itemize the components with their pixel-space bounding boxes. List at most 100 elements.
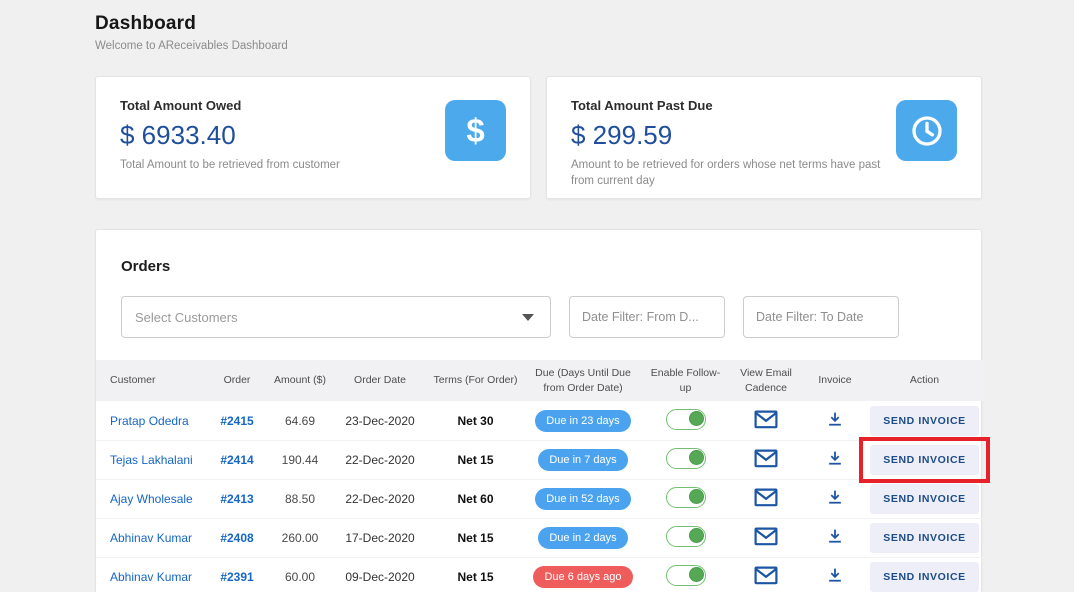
email-cadence-icon[interactable] [754,566,778,585]
due-status-badge: Due in 7 days [538,449,627,471]
card-description: Total Amount to be retrieved from custom… [120,157,431,173]
action-cell: SEND INVOICE [870,523,978,553]
send-invoice-button[interactable]: SEND INVOICE [870,445,978,475]
download-invoice-icon[interactable] [826,527,844,545]
table-row: Abhinav Kumar #2391 60.00 09-Dec-2020 Ne… [96,557,983,592]
enable-follow-up-toggle[interactable] [666,526,706,547]
card-title: Total Amount Owed [120,98,431,113]
email-cadence-icon[interactable] [754,527,778,546]
download-invoice-icon[interactable] [826,488,844,506]
summary-cards: Total Amount Owed $ 6933.40 Total Amount… [95,76,982,199]
toggle-knob [689,450,704,465]
dashboard-page: Dashboard Welcome to AReceivables Dashbo… [95,0,982,592]
customer-link[interactable]: Abhinav Kumar [110,570,192,584]
send-invoice-button[interactable]: SEND INVOICE [870,484,978,514]
orders-heading: Orders [121,258,981,275]
amount-value: 88.50 [268,479,332,518]
total-amount-owed-card: Total Amount Owed $ 6933.40 Total Amount… [95,76,531,199]
date-filter-from-input[interactable] [569,296,725,338]
table-row: Abhinav Kumar #2408 260.00 17-Dec-2020 N… [96,518,983,557]
customer-link[interactable]: Ajay Wholesale [110,492,193,506]
customer-link[interactable]: Pratap Odedra [110,414,189,428]
column-header-invoice: Invoice [804,360,866,401]
download-invoice-icon[interactable] [826,410,844,428]
enable-follow-up-toggle[interactable] [666,448,706,469]
email-cadence-icon[interactable] [754,449,778,468]
amount-value: 260.00 [268,518,332,557]
column-header-enable-follow-up: Enable Follow-up [643,360,728,401]
order-number-link[interactable]: #2413 [220,492,253,506]
card-title: Total Amount Past Due [571,98,882,113]
terms-value: Net 30 [428,401,523,440]
amount-value: 64.69 [268,401,332,440]
page-subtitle: Welcome to AReceivables Dashboard [95,40,982,52]
order-number-link[interactable]: #2391 [220,570,253,584]
table-row: Tejas Lakhalani #2414 190.44 22-Dec-2020… [96,440,983,479]
column-header-due: Due (Days Until Due from Order Date) [523,360,643,401]
table-header-row: Customer Order Amount ($) Order Date Ter… [96,360,983,401]
action-cell: SEND INVOICE [870,562,978,592]
order-date-value: 09-Dec-2020 [332,557,428,592]
terms-value: Net 15 [428,557,523,592]
terms-value: Net 15 [428,440,523,479]
amount-value: 60.00 [268,557,332,592]
page-title: Dashboard [95,13,982,35]
amount-value: 190.44 [268,440,332,479]
send-invoice-button[interactable]: SEND INVOICE [870,406,978,436]
email-cadence-icon[interactable] [754,488,778,507]
card-description: Amount to be retrieved for orders whose … [571,157,882,189]
due-status-badge: Due in 23 days [535,410,630,432]
toggle-knob [689,567,704,582]
card-amount: $ 299.59 [571,120,882,151]
due-status-badge: Due in 2 days [538,527,627,549]
orders-table-body: Pratap Odedra #2415 64.69 23-Dec-2020 Ne… [96,401,983,592]
column-header-order-date: Order Date [332,360,428,401]
email-cadence-icon[interactable] [754,410,778,429]
order-date-value: 23-Dec-2020 [332,401,428,440]
enable-follow-up-toggle[interactable] [666,487,706,508]
column-header-action: Action [866,360,983,401]
action-cell: SEND INVOICE [870,484,978,514]
table-row: Pratap Odedra #2415 64.69 23-Dec-2020 Ne… [96,401,983,440]
download-invoice-icon[interactable] [826,449,844,467]
order-number-link[interactable]: #2408 [220,531,253,545]
orders-filters: Select Customers [121,296,956,338]
order-number-link[interactable]: #2415 [220,414,253,428]
column-header-amount: Amount ($) [268,360,332,401]
orders-table: Customer Order Amount ($) Order Date Ter… [96,360,983,592]
terms-value: Net 60 [428,479,523,518]
dollar-icon: $ [445,100,506,161]
column-header-customer: Customer [96,360,206,401]
page-header: Dashboard Welcome to AReceivables Dashbo… [95,13,982,52]
column-header-order: Order [206,360,268,401]
toggle-knob [689,528,704,543]
dollar-glyph: $ [466,112,484,150]
column-header-terms: Terms (For Order) [428,360,523,401]
send-invoice-button[interactable]: SEND INVOICE [870,523,978,553]
toggle-knob [689,411,704,426]
select-customers-placeholder: Select Customers [135,310,238,325]
order-date-value: 22-Dec-2020 [332,440,428,479]
enable-follow-up-toggle[interactable] [666,409,706,430]
due-status-badge: Due 6 days ago [533,566,632,588]
customer-link[interactable]: Abhinav Kumar [110,531,192,545]
download-invoice-icon[interactable] [826,566,844,584]
red-highlight-box: SEND INVOICE [870,445,978,475]
table-row: Ajay Wholesale #2413 88.50 22-Dec-2020 N… [96,479,983,518]
card-amount: $ 6933.40 [120,120,431,151]
action-cell: SEND INVOICE [870,406,978,436]
order-number-link[interactable]: #2414 [220,453,253,467]
order-date-value: 17-Dec-2020 [332,518,428,557]
order-date-value: 22-Dec-2020 [332,479,428,518]
select-customers-dropdown[interactable]: Select Customers [121,296,551,338]
due-status-badge: Due in 52 days [535,488,630,510]
terms-value: Net 15 [428,518,523,557]
enable-follow-up-toggle[interactable] [666,565,706,586]
toggle-knob [689,489,704,504]
total-amount-past-due-card: Total Amount Past Due $ 299.59 Amount to… [546,76,982,199]
date-filter-to-input[interactable] [743,296,899,338]
customer-link[interactable]: Tejas Lakhalani [110,453,193,467]
send-invoice-button[interactable]: SEND INVOICE [870,562,978,592]
column-header-view-email-cadence: View Email Cadence [728,360,804,401]
clock-icon [896,100,957,161]
